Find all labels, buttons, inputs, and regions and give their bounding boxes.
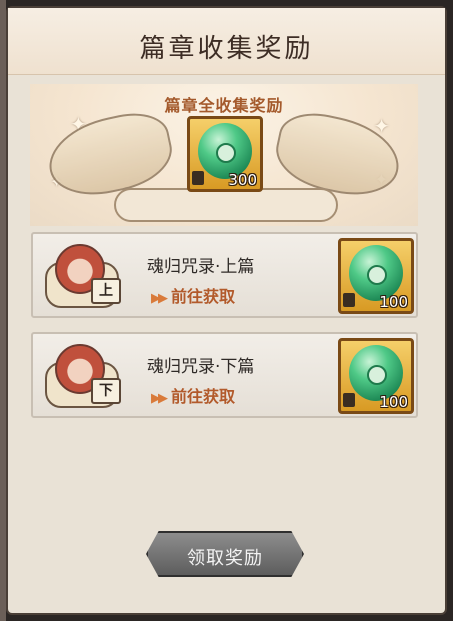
title-bar: 篇章收集奖励: [8, 8, 445, 75]
lock-icon: [343, 293, 355, 307]
chapter-name: 魂归咒录·下篇: [147, 357, 255, 377]
double-arrow-icon: ▶▶: [151, 291, 168, 306]
chapter-name: 魂归咒录·上篇: [147, 257, 255, 277]
claim-reward-label: 领取奖励: [187, 548, 263, 569]
panel-title: 篇章收集奖励: [139, 34, 314, 64]
claim-reward-button[interactable]: 领取奖励: [146, 531, 304, 577]
lock-icon: [343, 393, 355, 407]
chapter-card-upper: 上 魂归咒录·上篇 ▶▶ 前往获取 100: [31, 232, 418, 318]
reward-count: 100: [379, 393, 408, 411]
double-arrow-icon: ▶▶: [151, 391, 168, 406]
full-collection-banner: 篇章全收集奖励 ✦ ✦ ✦ ✦ 300: [30, 84, 418, 226]
chapter-reward-slot[interactable]: 100: [338, 238, 414, 314]
banner-title: 篇章全收集奖励: [164, 96, 284, 115]
goto-link[interactable]: ▶▶ 前往获取: [151, 283, 235, 307]
goto-label: 前往获取: [171, 387, 236, 406]
reward-count: 300: [228, 171, 257, 189]
lock-icon: [192, 171, 204, 185]
reward-count: 100: [379, 293, 408, 311]
chapter-tag: 上: [91, 278, 121, 304]
goto-link[interactable]: ▶▶ 前往获取: [151, 383, 235, 407]
chapter-portrait: 下: [45, 344, 121, 408]
chapter-reward-slot[interactable]: 100: [338, 338, 414, 414]
full-collection-reward-slot[interactable]: 300: [187, 116, 263, 192]
chapter-card-lower: 下 魂归咒录·下篇 ▶▶ 前往获取 100: [31, 332, 418, 418]
chapter-tag: 下: [91, 378, 121, 404]
chapter-portrait: 上: [45, 244, 121, 308]
cloud-ornament: [114, 188, 338, 222]
goto-label: 前往获取: [171, 287, 236, 306]
